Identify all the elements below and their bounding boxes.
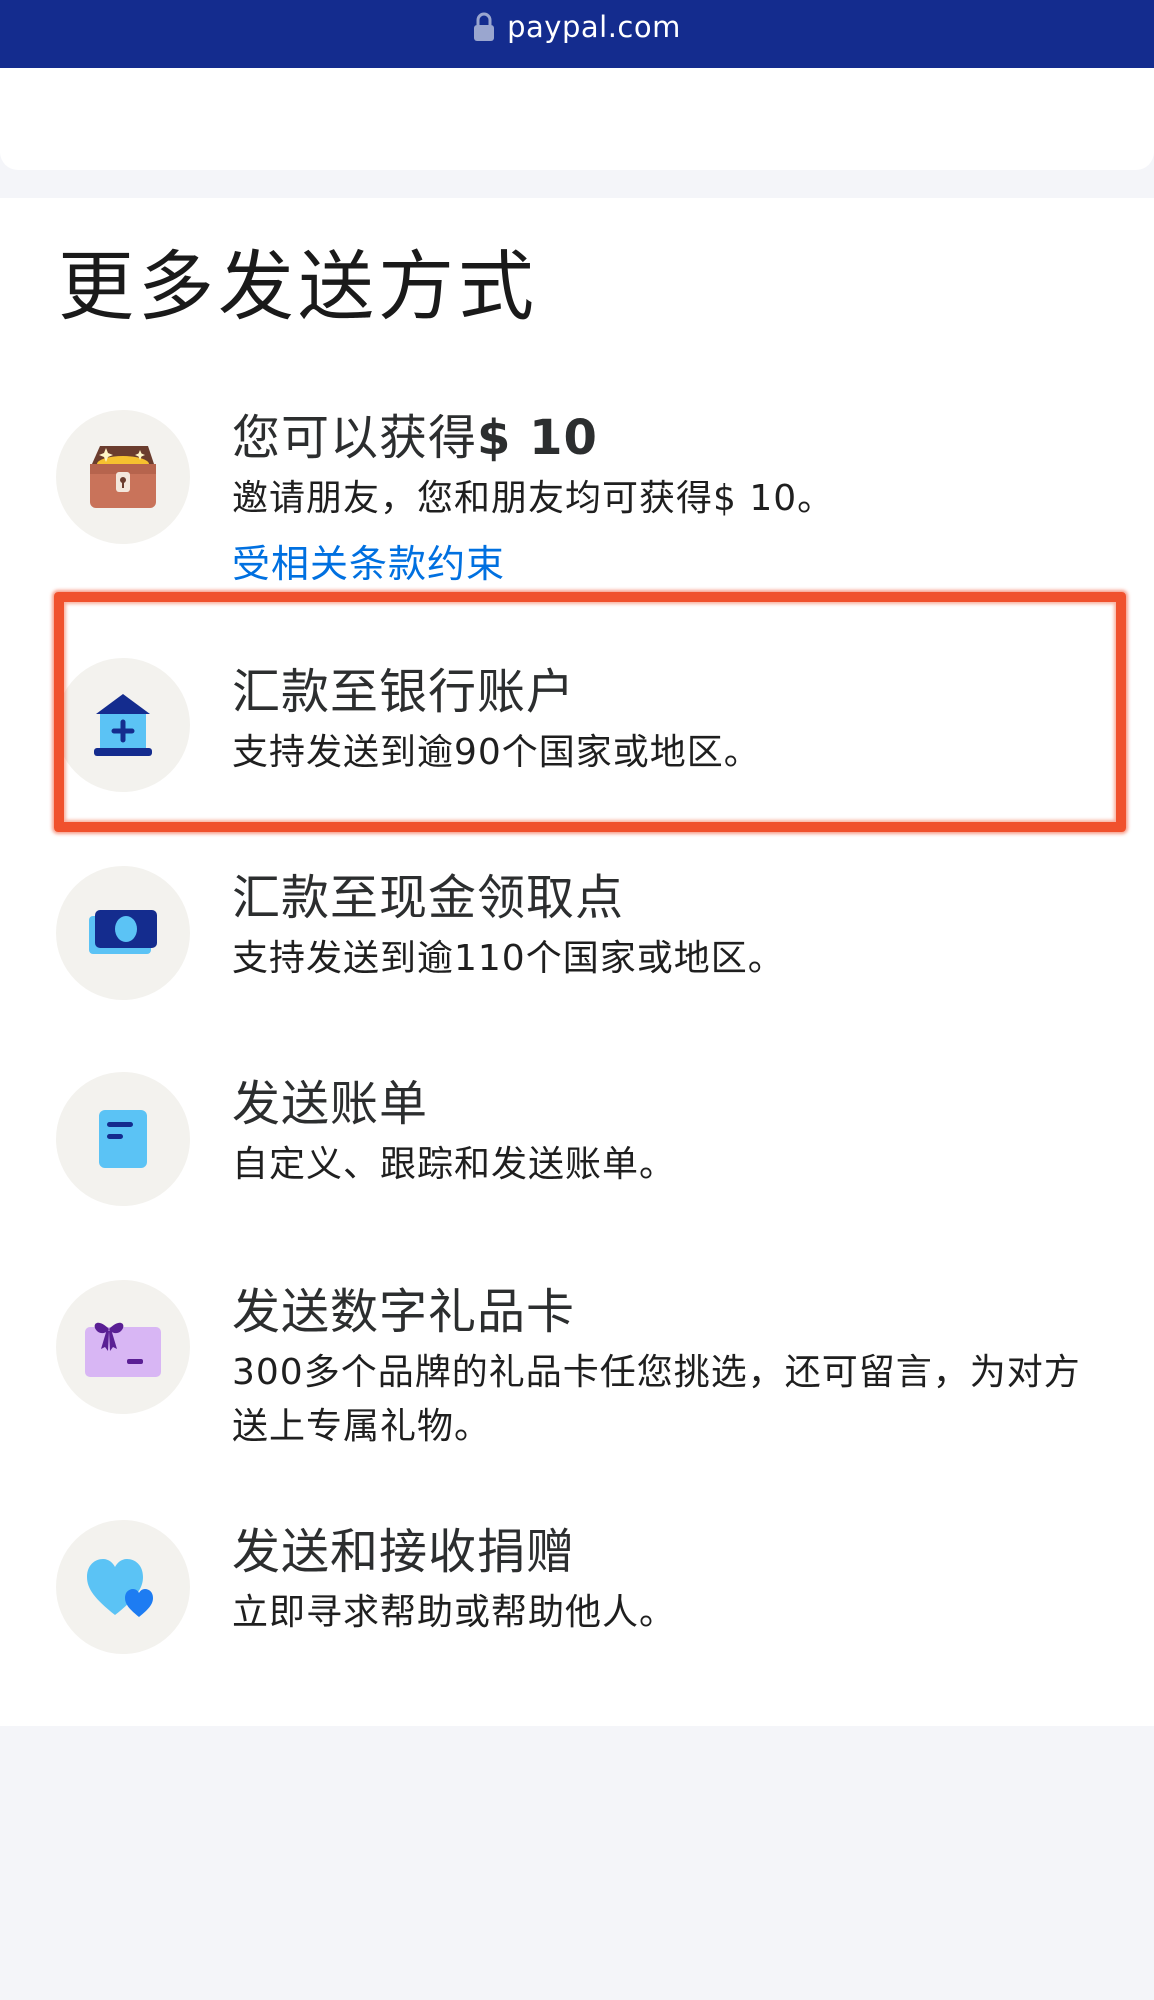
browser-url-bar[interactable]: paypal.com xyxy=(0,0,1154,68)
url-text: paypal.com xyxy=(507,10,681,44)
option-title-amount: $ 10 xyxy=(477,410,598,466)
option-title: 汇款至银行账户 xyxy=(232,664,576,720)
bank-icon xyxy=(94,694,152,756)
invoice-icon-circle xyxy=(56,1072,190,1206)
option-donations[interactable]: 发送和接收捐赠 立即寻求帮助或帮助他人。 xyxy=(0,1520,1154,1654)
hearts-icon xyxy=(87,1559,153,1617)
option-cash-pickup[interactable]: 汇款至现金领取点 支持发送到逾110个国家或地区。 xyxy=(0,866,1154,1000)
hearts-icon-circle xyxy=(56,1520,190,1654)
option-title: 发送数字礼品卡 xyxy=(232,1284,576,1340)
option-description: 自定义、跟踪和发送账单。 xyxy=(232,1144,677,1185)
option-bank-transfer[interactable]: 汇款至银行账户 支持发送到逾90个国家或地区。 xyxy=(0,658,1154,792)
bank-icon-circle xyxy=(56,658,190,792)
treasure-chest-icon xyxy=(90,446,156,508)
option-referral[interactable]: 您可以获得$ 10 邀请朋友，您和朋友均可获得$ 10。 受相关条款约束 xyxy=(0,410,1154,600)
option-title: 您可以获得$ 10 xyxy=(232,410,598,466)
option-send-invoice[interactable]: 发送账单 自定义、跟踪和发送账单。 xyxy=(0,1072,1154,1206)
option-title: 汇款至现金领取点 xyxy=(232,870,625,926)
lock-icon xyxy=(473,12,495,42)
treasure-chest-icon-circle xyxy=(56,410,190,544)
page-title: 更多发送方式 xyxy=(58,242,538,331)
option-description: 支持发送到逾90个国家或地区。 xyxy=(232,732,761,773)
cash-icon-circle xyxy=(56,866,190,1000)
terms-link[interactable]: 受相关条款约束 xyxy=(232,540,505,588)
option-title: 发送和接收捐赠 xyxy=(232,1524,576,1580)
cash-icon xyxy=(89,910,157,954)
gift-card-icon xyxy=(85,1322,161,1377)
option-description: 立即寻求帮助或帮助他人。 xyxy=(232,1592,677,1633)
option-title-prefix: 您可以获得 xyxy=(232,410,478,466)
gift-card-icon-circle xyxy=(56,1280,190,1414)
top-card xyxy=(0,68,1154,170)
invoice-icon xyxy=(99,1110,147,1168)
option-gift-card[interactable]: 发送数字礼品卡 300多个品牌的礼品卡任您挑选，还可留言，为对方送上专属礼物。 xyxy=(0,1280,1154,1470)
option-description: 支持发送到逾110个国家或地区。 xyxy=(232,938,785,979)
option-title: 发送账单 xyxy=(232,1076,429,1132)
option-description: 300多个品牌的礼品卡任您挑选，还可留言，为对方送上专属礼物。 xyxy=(232,1352,1081,1447)
url-display[interactable]: paypal.com xyxy=(473,10,681,44)
option-description: 邀请朋友，您和朋友均可获得$ 10。 xyxy=(232,478,835,519)
